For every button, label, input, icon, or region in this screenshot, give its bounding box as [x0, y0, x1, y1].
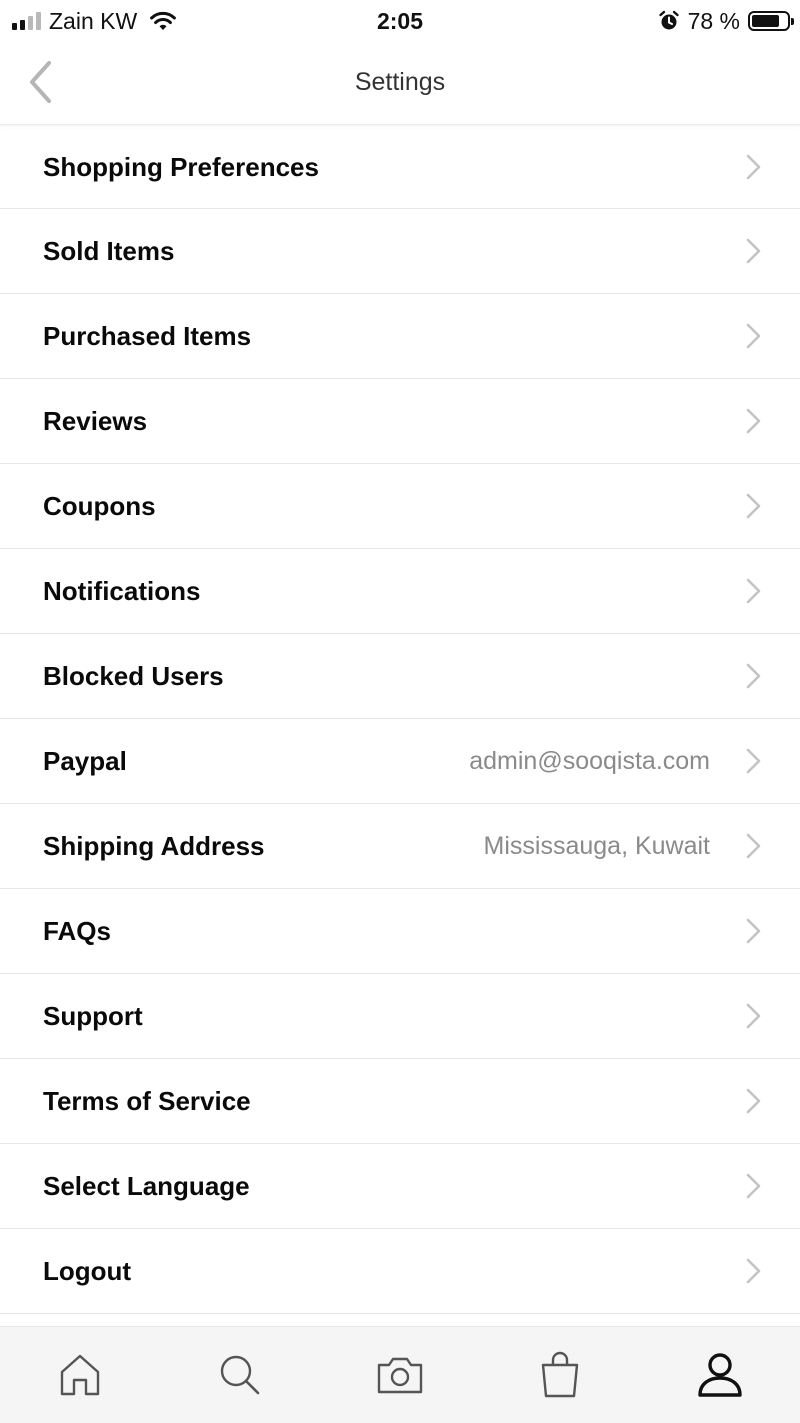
settings-row-support[interactable]: Support [0, 974, 800, 1059]
tab-camera[interactable] [360, 1335, 440, 1415]
settings-list: Shopping Preferences Sold Items Purchase… [0, 125, 800, 1314]
settings-row-purchased-items[interactable]: Purchased Items [0, 294, 800, 379]
settings-row-notifications[interactable]: Notifications [0, 549, 800, 634]
page-title: Settings [354, 68, 446, 96]
settings-row-coupons[interactable]: Coupons [0, 464, 800, 549]
chevron-right-icon [746, 833, 761, 859]
navigation-bar: Settings [0, 42, 800, 125]
chevron-right-icon [746, 154, 761, 180]
settings-row-label: FAQs [43, 916, 111, 946]
settings-row-label: Select Language [43, 1171, 250, 1201]
settings-row-label: Paypal [43, 746, 127, 776]
settings-row-value: Mississauga, Kuwait [483, 832, 710, 860]
settings-row-label: Sold Items [43, 236, 175, 266]
tab-profile[interactable] [680, 1335, 760, 1415]
tab-bar [0, 1326, 800, 1423]
settings-row-label: Reviews [43, 406, 148, 436]
chevron-right-icon [746, 238, 761, 264]
settings-row-sold-items[interactable]: Sold Items [0, 209, 800, 294]
settings-row-shopping-preferences[interactable]: Shopping Preferences [0, 125, 800, 209]
settings-row-label: Blocked Users [43, 661, 224, 691]
search-icon [220, 1355, 260, 1395]
settings-row-value: admin@sooqista.com [469, 747, 710, 775]
chevron-right-icon [746, 663, 761, 689]
status-bar: Zain KW 2:05 78 % [0, 0, 800, 42]
chevron-right-icon [746, 1003, 761, 1029]
tab-search[interactable] [200, 1335, 280, 1415]
chevron-right-icon [746, 323, 761, 349]
settings-row-logout[interactable]: Logout [0, 1229, 800, 1314]
home-icon [60, 1354, 100, 1396]
settings-row-label: Purchased Items [43, 321, 252, 351]
settings-row-label: Notifications [43, 576, 201, 606]
chevron-right-icon [746, 1173, 761, 1199]
tab-home[interactable] [40, 1335, 120, 1415]
settings-row-select-language[interactable]: Select Language [0, 1144, 800, 1229]
alarm-icon [658, 10, 679, 30]
chevron-right-icon [746, 578, 761, 604]
settings-row-label: Logout [43, 1256, 132, 1286]
settings-row-shipping-address[interactable]: Shipping Address Mississauga, Kuwait [0, 804, 800, 889]
chevron-right-icon [746, 1258, 761, 1284]
settings-row-label: Shipping Address [43, 831, 265, 861]
settings-row-terms-of-service[interactable]: Terms of Service [0, 1059, 800, 1144]
settings-row-reviews[interactable]: Reviews [0, 379, 800, 464]
settings-row-label: Coupons [43, 491, 156, 521]
settings-row-label: Terms of Service [43, 1086, 251, 1116]
chevron-right-icon [746, 748, 761, 774]
chevron-right-icon [746, 1088, 761, 1114]
camera-icon [377, 1357, 423, 1394]
shopping-bag-icon [541, 1351, 579, 1398]
settings-row-label: Support [43, 1001, 143, 1031]
battery-icon [748, 11, 794, 31]
settings-row-faqs[interactable]: FAQs [0, 889, 800, 974]
chevron-right-icon [746, 408, 761, 434]
settings-row-blocked-users[interactable]: Blocked Users [0, 634, 800, 719]
status-right: 78 % [658, 6, 794, 36]
chevron-right-icon [746, 918, 761, 944]
settings-row-label: Shopping Preferences [43, 152, 319, 182]
chevron-right-icon [746, 493, 761, 519]
tab-shopping-bag[interactable] [520, 1335, 600, 1415]
battery-percent: 78 % [687, 7, 740, 34]
profile-icon [698, 1353, 742, 1397]
settings-row-paypal[interactable]: Paypal admin@sooqista.com [0, 719, 800, 804]
